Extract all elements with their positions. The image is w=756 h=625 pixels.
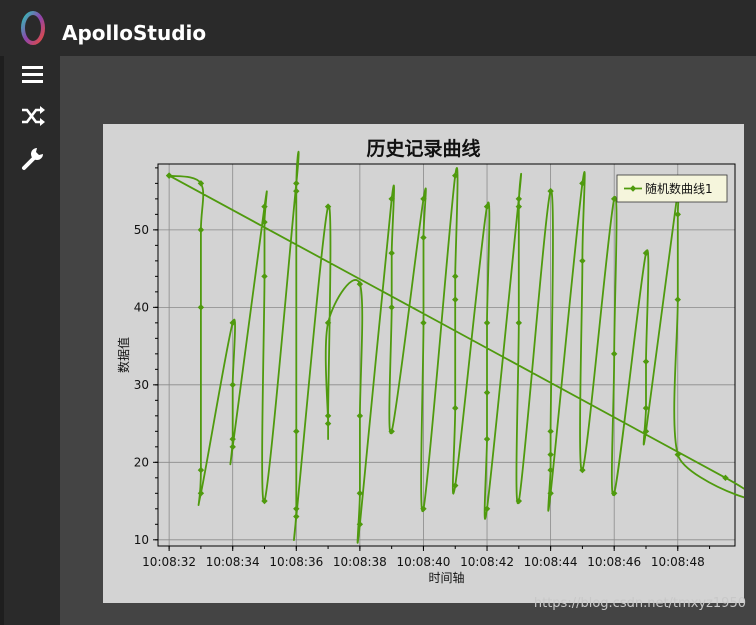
app-title: ApolloStudio: [62, 21, 207, 45]
y-tick-label: 20: [134, 455, 149, 469]
title-bar: ApolloStudio: [0, 0, 756, 56]
shuffle-button[interactable]: [18, 101, 48, 131]
y-tick-label: 50: [134, 223, 149, 237]
menu-icon: [22, 66, 43, 83]
legend-label: 随机数曲线1: [645, 181, 713, 196]
chart-panel: 历史记录曲线 10:08:32 10:08:34 10:08:36 10:08:38 1…: [103, 124, 744, 603]
ring-logo-icon: [21, 11, 45, 45]
x-tick-label: 10:08:44: [524, 555, 578, 569]
x-tick-label: 10:08:32: [142, 555, 196, 569]
line-chart: 10:08:32 10:08:34 10:08:36 10:08:38 10:08:40…: [116, 150, 744, 585]
x-tick-label: 10:08:34: [206, 555, 260, 569]
x-tick-label: 10:08:46: [587, 555, 641, 569]
x-axis-label: 时间轴: [428, 570, 464, 585]
x-tick-label: 10:08:42: [460, 555, 514, 569]
x-tick-label: 10:08:40: [396, 555, 450, 569]
x-tick-label: 10:08:38: [333, 555, 387, 569]
shuffle-icon: [22, 106, 45, 126]
y-tick-label: 30: [134, 378, 149, 392]
wrench-icon: [22, 148, 43, 170]
sidebar: [0, 56, 60, 625]
menu-button[interactable]: [18, 60, 48, 90]
watermark: https://blog.csdn.net/tmxyz1950: [533, 596, 746, 611]
y-tick-label: 10: [134, 533, 149, 547]
x-tick-label: 10:08:48: [651, 555, 705, 569]
y-tick-label: 40: [134, 300, 149, 314]
settings-button[interactable]: [18, 143, 48, 173]
y-axis-label: 数据值: [116, 337, 131, 373]
x-tick-label: 10:08:36: [269, 555, 323, 569]
